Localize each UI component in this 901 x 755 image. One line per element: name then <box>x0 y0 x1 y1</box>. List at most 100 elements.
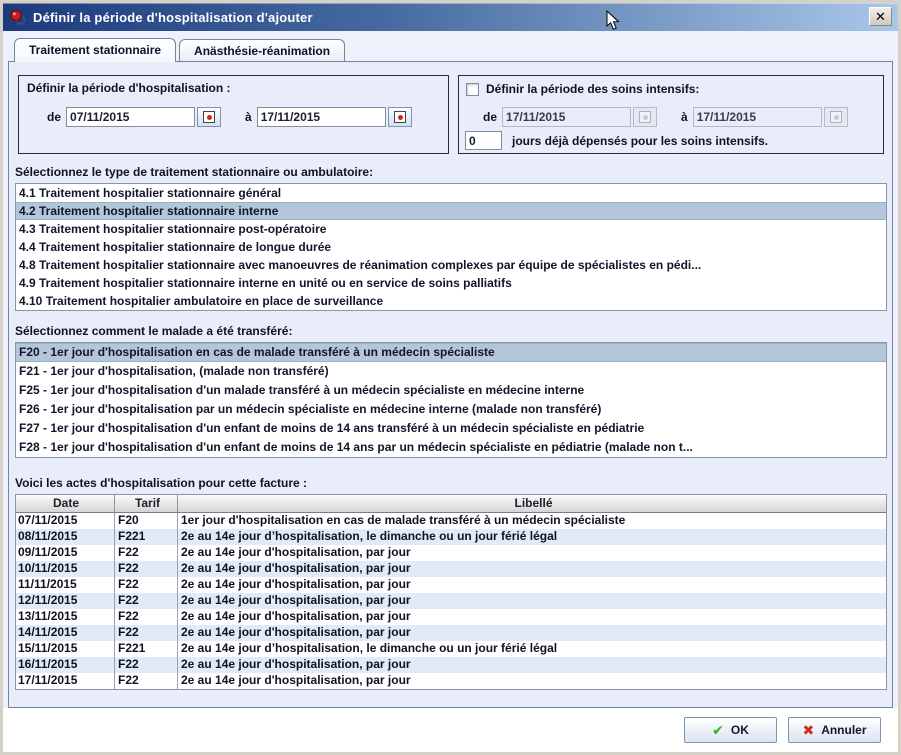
table-row[interactable]: 14/11/2015F222e au 14e jour d'hospitalis… <box>16 625 886 641</box>
table-cell: 2e au 14e jour d'hospitalisation, par jo… <box>178 561 886 577</box>
mouse-cursor <box>606 10 621 31</box>
from-label: de <box>47 110 61 124</box>
app-icon <box>9 9 26 26</box>
intensive-to-input <box>693 107 822 127</box>
table-row[interactable]: 13/11/2015F222e au 14e jour d'hospitalis… <box>16 609 886 625</box>
list-item[interactable]: 4.1 Traitement hospitalier stationnaire … <box>16 184 886 202</box>
table-cell: F221 <box>115 529 178 545</box>
column-header[interactable]: Libellé <box>178 495 886 512</box>
table-cell: 11/11/2015 <box>16 577 115 593</box>
column-header[interactable]: Date <box>16 495 115 512</box>
hospital-from-input[interactable] <box>66 107 195 127</box>
window-titlebar[interactable]: Définir la période d'hospitalisation d'a… <box>3 3 898 31</box>
hospital-to-calendar-button[interactable] <box>388 107 412 127</box>
transfer-list-label: Sélectionnez comment le malade a été tra… <box>15 324 292 338</box>
table-row[interactable]: 16/11/2015F222e au 14e jour d'hospitalis… <box>16 657 886 673</box>
column-header[interactable]: Tarif <box>115 495 178 512</box>
table-cell: 1er jour d'hospitalisation en cas de mal… <box>178 513 886 529</box>
to-label: à <box>681 110 688 124</box>
table-row[interactable]: 15/11/2015F2212e au 14e jour d’hospitali… <box>16 641 886 657</box>
list-item[interactable]: F28 - 1er jour d'hospitalisation d'un en… <box>16 438 886 457</box>
acts-table-label: Voici les actes d'hospitalisation pour c… <box>15 476 307 490</box>
table-cell: 2e au 14e jour d'hospitalisation, par jo… <box>178 545 886 561</box>
to-label: à <box>245 110 252 124</box>
intensive-to-calendar-button <box>824 107 848 127</box>
table-row[interactable]: 07/11/2015F201er jour d'hospitalisation … <box>16 513 886 529</box>
table-cell: 10/11/2015 <box>16 561 115 577</box>
acts-table-header[interactable]: DateTarifLibellé <box>16 495 886 513</box>
list-item[interactable]: F21 - 1er jour d'hospitalisation, (malad… <box>16 362 886 381</box>
table-cell: 2e au 14e jour d'hospitalisation, par jo… <box>178 593 886 609</box>
list-item[interactable]: F20 - 1er jour d'hospitalisation en cas … <box>16 343 886 362</box>
cancel-button-label: Annuler <box>821 723 866 737</box>
list-item[interactable]: F27 - 1er jour d'hospitalisation d'un en… <box>16 419 886 438</box>
ok-button[interactable]: ✔ OK <box>684 717 777 743</box>
calendar-icon <box>639 111 651 123</box>
acts-table[interactable]: DateTarifLibellé 07/11/2015F201er jour d… <box>15 494 887 690</box>
cross-icon: ✖ <box>802 722 814 739</box>
table-cell: 07/11/2015 <box>16 513 115 529</box>
table-row[interactable]: 12/11/2015F222e au 14e jour d'hospitalis… <box>16 593 886 609</box>
intensive-period-checkbox[interactable] <box>466 83 479 96</box>
table-cell: 2e au 14e jour d'hospitalisation, par jo… <box>178 657 886 673</box>
transfer-list[interactable]: F20 - 1er jour d'hospitalisation en cas … <box>15 342 887 458</box>
list-item[interactable]: 4.3 Traitement hospitalier stationnaire … <box>16 220 886 238</box>
table-cell: F22 <box>115 609 178 625</box>
hospital-period-title: Définir la période d'hospitalisation : <box>27 81 231 95</box>
table-cell: 17/11/2015 <box>16 673 115 689</box>
list-item[interactable]: 4.10 Traitement hospitalier ambulatoire … <box>16 292 886 310</box>
list-item[interactable]: F26 - 1er jour d'hospitalisation par un … <box>16 400 886 419</box>
list-item[interactable]: 4.9 Traitement hospitalier stationnaire … <box>16 274 886 292</box>
table-row[interactable]: 17/11/2015F222e au 14e jour d'hospitalis… <box>16 673 886 689</box>
table-row[interactable]: 08/11/2015F2212e au 14e jour d’hospitali… <box>16 529 886 545</box>
ok-button-label: OK <box>731 723 749 737</box>
hospital-from-calendar-button[interactable] <box>197 107 221 127</box>
list-item[interactable]: F25 - 1er jour d'hospitalisation d'un ma… <box>16 381 886 400</box>
table-row[interactable]: 10/11/2015F222e au 14e jour d'hospitalis… <box>16 561 886 577</box>
acts-table-body: 07/11/2015F201er jour d'hospitalisation … <box>16 513 886 689</box>
table-cell: 08/11/2015 <box>16 529 115 545</box>
table-cell: F22 <box>115 673 178 689</box>
table-row[interactable]: 09/11/2015F222e au 14e jour d'hospitalis… <box>16 545 886 561</box>
intensive-from-calendar-button <box>633 107 657 127</box>
calendar-icon <box>203 111 215 123</box>
hospital-to-input[interactable] <box>257 107 386 127</box>
table-cell: 13/11/2015 <box>16 609 115 625</box>
dialog-window: Définir la période d'hospitalisation d'a… <box>0 0 901 755</box>
table-cell: 15/11/2015 <box>16 641 115 657</box>
table-cell: F22 <box>115 657 178 673</box>
table-cell: 14/11/2015 <box>16 625 115 641</box>
dialog-body: Traitement stationnaire Anästhésie-réani… <box>3 31 898 752</box>
intensive-period-group: Définir la période des soins intensifs: … <box>458 75 884 154</box>
table-cell: 12/11/2015 <box>16 593 115 609</box>
table-cell: F22 <box>115 561 178 577</box>
tab-traitement-stationnaire[interactable]: Traitement stationnaire <box>14 38 176 62</box>
table-cell: F22 <box>115 577 178 593</box>
table-cell: F221 <box>115 641 178 657</box>
table-cell: 16/11/2015 <box>16 657 115 673</box>
cancel-button[interactable]: ✖ Annuler <box>788 717 881 743</box>
intensive-days-label: jours déjà dépensés pour les soins inten… <box>512 134 768 148</box>
from-label: de <box>483 110 497 124</box>
table-cell: 2e au 14e jour d’hospitalisation, le dim… <box>178 529 886 545</box>
intensive-days-input[interactable] <box>465 131 502 150</box>
tab-anasthesie-reanimation[interactable]: Anästhésie-réanimation <box>179 39 345 61</box>
table-cell: F22 <box>115 545 178 561</box>
treatment-list[interactable]: 4.1 Traitement hospitalier stationnaire … <box>15 183 887 311</box>
tab-bar: Traitement stationnaire Anästhésie-réani… <box>14 38 345 61</box>
close-button[interactable]: ✕ <box>869 7 892 26</box>
table-cell: 2e au 14e jour d'hospitalisation, par jo… <box>178 673 886 689</box>
tab-panel-traitement: Définir la période d'hospitalisation : d… <box>8 61 893 708</box>
treatment-list-label: Sélectionnez le type de traitement stati… <box>15 165 373 179</box>
list-item[interactable]: 4.8 Traitement hospitalier stationnaire … <box>16 256 886 274</box>
table-row[interactable]: 11/11/2015F222e au 14e jour d'hospitalis… <box>16 577 886 593</box>
table-cell: 2e au 14e jour d'hospitalisation, par jo… <box>178 577 886 593</box>
table-cell: F20 <box>115 513 178 529</box>
table-cell: 09/11/2015 <box>16 545 115 561</box>
list-item[interactable]: 4.4 Traitement hospitalier stationnaire … <box>16 238 886 256</box>
check-icon: ✔ <box>712 722 724 739</box>
table-cell: 2e au 14e jour d'hospitalisation, par jo… <box>178 625 886 641</box>
intensive-from-input <box>502 107 631 127</box>
list-item[interactable]: 4.2 Traitement hospitalier stationnaire … <box>16 202 886 220</box>
table-cell: F22 <box>115 625 178 641</box>
